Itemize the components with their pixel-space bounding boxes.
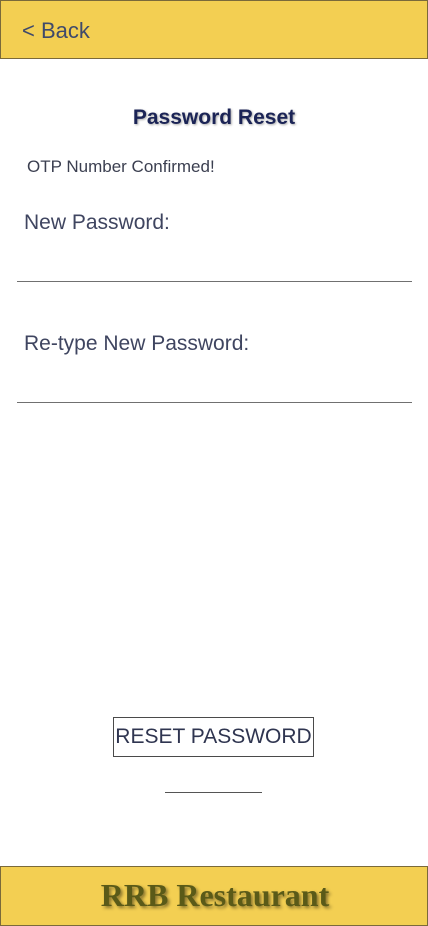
back-button[interactable]: < Back xyxy=(22,18,90,44)
top-bar: < Back xyxy=(0,0,428,59)
retype-password-label: Re-type New Password: xyxy=(24,332,250,355)
bottom-bar: RRB Restaurant xyxy=(0,866,428,926)
retype-password-input[interactable] xyxy=(17,369,412,403)
new-password-input[interactable] xyxy=(17,248,412,282)
back-button-label[interactable]: < Back xyxy=(22,18,90,44)
new-password-label: New Password: xyxy=(24,211,170,234)
page-title: Password Reset xyxy=(132,106,296,129)
reset-password-button[interactable]: RESET PASSWORD xyxy=(113,717,314,757)
otp-status-text: OTP Number Confirmed! xyxy=(27,157,215,176)
divider xyxy=(165,792,262,793)
brand-name: RRB Restaurant xyxy=(100,877,330,913)
